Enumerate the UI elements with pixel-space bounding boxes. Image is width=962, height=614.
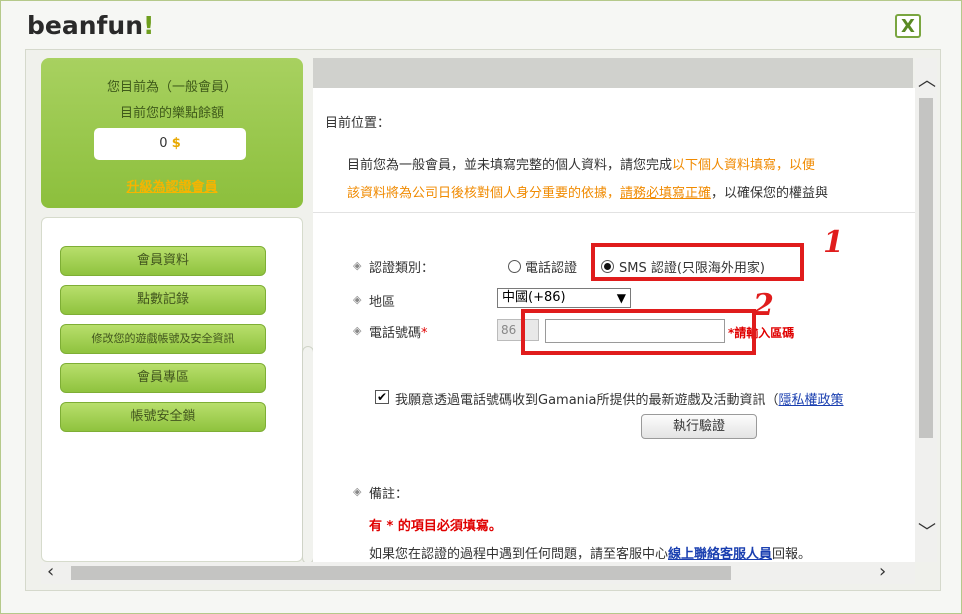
privacy-policy-link[interactable]: 隱私權政策 — [779, 393, 844, 408]
breadcrumb: 目前位置： — [325, 116, 391, 131]
notes-label: 備註： — [369, 487, 409, 502]
annotation-box-2 — [521, 309, 756, 355]
bullet-icon: ◈ — [353, 259, 362, 272]
consent-text: 我願意透過電話號碼收到Gamania所提供的最新遊戲及活動資訊（隱私權政策 — [395, 393, 844, 408]
menu-item-security-lock[interactable]: 帳號安全鎖 — [60, 402, 266, 432]
beanfun-window: beanfun! X 您目前為（一般會員） 目前您的樂點餘額 0 $ 升級為認證… — [0, 0, 962, 614]
menu-item-edit-account[interactable]: 修改您的遊戲帳號及安全資訊 — [60, 324, 266, 354]
menu-item-points-record[interactable]: 點數記錄 — [60, 285, 266, 315]
execute-verify-button[interactable]: 執行驗證 — [641, 414, 757, 439]
bullet-icon: ◈ — [353, 324, 362, 337]
menu-item-member-info[interactable]: 會員資料 — [60, 246, 266, 276]
member-type-text: 您目前為（一般會員） — [106, 80, 237, 95]
beanfun-logo: beanfun! — [27, 11, 155, 40]
annotation-label-2: 2 — [753, 288, 774, 323]
annotation-label-1: 1 — [823, 225, 844, 260]
divider — [313, 212, 915, 213]
verify-type-label: 認證類別： — [369, 261, 435, 276]
horizontal-scrollbar[interactable]: ‹ › — [41, 562, 915, 584]
online-support-link[interactable]: 線上聯絡客服人員 — [668, 547, 772, 562]
consent-checkbox[interactable]: ✔ — [375, 390, 389, 404]
close-button[interactable]: X — [895, 14, 921, 38]
side-menu: 會員資料 點數記錄 修改您的遊戲帳號及安全資訊 會員專區 帳號安全鎖 — [41, 217, 314, 564]
vertical-scrollbar[interactable]: ︿ ﹀ — [915, 58, 937, 562]
notes-required: 有 * 的項目必須填寫。 — [369, 519, 502, 534]
check-icon: ✔ — [376, 390, 388, 404]
content-header-bar — [313, 58, 913, 88]
scroll-left-icon[interactable]: ‹ — [47, 563, 54, 581]
region-select[interactable]: 中國(+86) ▼ — [497, 288, 631, 308]
scroll-down-icon[interactable]: ﹀ — [918, 524, 936, 542]
points-value: 0 — [159, 136, 168, 151]
annotation-box-1 — [591, 243, 804, 281]
radio-phone-verify[interactable] — [508, 260, 521, 273]
bullet-icon: ◈ — [353, 485, 362, 498]
bullet-icon: ◈ — [353, 293, 362, 306]
intro-line-1: 目前您為一般會員，並未填寫完整的個人資料，請您完成以下個人資料填寫，以便 — [347, 158, 816, 173]
intro-line-2: 該資料將為公司日後核對個人身分重要的依據，請務必填寫正確，以確保您的權益與 — [347, 186, 829, 201]
horizontal-scroll-thumb[interactable] — [71, 566, 731, 580]
vertical-scroll-thumb[interactable] — [919, 98, 933, 438]
option-phone-label: 電話認證 — [525, 261, 578, 276]
region-label: 地區 — [369, 295, 396, 310]
upgrade-member-link[interactable]: 升級為認證會員 — [41, 176, 303, 195]
scroll-right-icon[interactable]: › — [879, 563, 886, 581]
coin-icon: $ — [171, 136, 181, 151]
member-summary-panel: 您目前為（一般會員） 目前您的樂點餘額 0 $ 升級為認證會員 — [41, 58, 303, 208]
member-bonus-text: 目前您的樂點餘額 — [119, 106, 224, 121]
region-value: 中國(+86) — [502, 290, 566, 305]
menu-item-member-area[interactable]: 會員專區 — [60, 363, 266, 393]
points-balance: 0 $ — [94, 128, 246, 160]
close-icon: X — [901, 16, 915, 37]
chevron-down-icon: ▼ — [616, 291, 626, 305]
notes-help: 如果您在認證的過程中遇到任何問題，請至客服中心線上聯絡客服人員回報。 — [369, 547, 812, 562]
scroll-up-icon[interactable]: ︿ — [918, 72, 936, 90]
phone-label: 電話號碼* — [369, 326, 428, 341]
